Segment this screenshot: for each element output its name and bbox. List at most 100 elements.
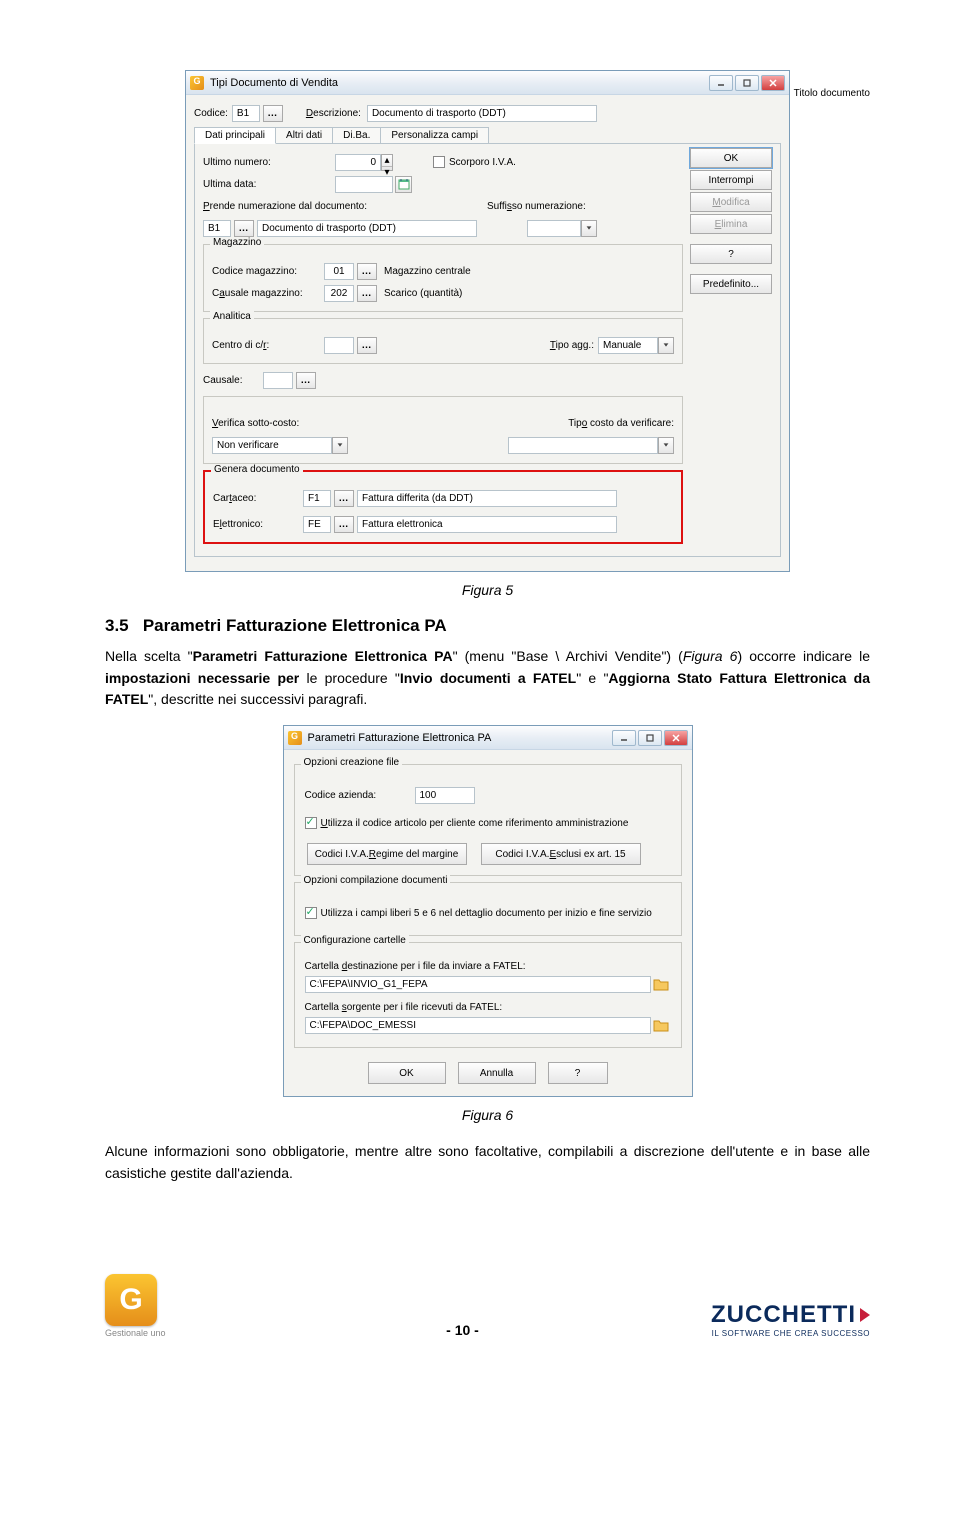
paragraph-1: Nella scelta "Parametri Fatturazione Ele… [105, 646, 870, 711]
codice-mag-lookup[interactable]: … [357, 263, 377, 280]
utilizza-campi-checkbox[interactable] [305, 907, 317, 919]
codice-azienda-input[interactable]: 100 [415, 787, 475, 804]
centro-lookup[interactable]: … [357, 337, 377, 354]
p1g: le procedure " [299, 670, 400, 686]
tipo-costo-dropdown[interactable] [658, 437, 674, 454]
section-title: Parametri Fatturazione Elettronica PA [143, 616, 447, 635]
ultimo-numero-input[interactable]: 0 [335, 154, 381, 171]
suffisso-input[interactable] [527, 220, 581, 237]
ultimo-numero-label: Ultimo numero: [203, 157, 335, 168]
tab-strip: Dati principali Altri dati Di.Ba. Person… [194, 127, 781, 144]
elettronico-lookup[interactable]: … [334, 516, 354, 533]
tipo-agg-dropdown[interactable] [658, 337, 674, 354]
p1k: ", descritte nei successivi paragrafi. [148, 691, 367, 707]
p1i: " e " [576, 670, 608, 686]
p1h: Invio documenti a FATEL [400, 670, 576, 686]
codice-input[interactable]: B1 [232, 105, 260, 122]
tab-diba[interactable]: Di.Ba. [332, 127, 381, 144]
codice-mag-desc: Magazzino centrale [380, 263, 620, 280]
causale-lookup[interactable]: … [296, 372, 316, 389]
tipo-agg-label: Tipo agg.: [550, 340, 594, 351]
minimize-button[interactable] [709, 75, 733, 91]
cartella-dest-input[interactable]: C:\FEPA\INVIO_G1_FEPA [305, 976, 651, 993]
close-button[interactable] [761, 75, 785, 91]
folder-icon-dest[interactable] [651, 976, 671, 993]
folder-icon-sorg[interactable] [651, 1017, 671, 1034]
codici-regime-button[interactable]: Codici I.V.A. Regime del margine [307, 843, 467, 865]
window-title: Tipi Documento di Vendita [210, 77, 703, 89]
zucchetti-wordmark: ZUCCHETTI [700, 1301, 870, 1329]
verifica-value[interactable]: Non verificare [212, 437, 332, 454]
window2-controls [612, 730, 688, 746]
triangle-icon [860, 1308, 870, 1322]
predefinito-button[interactable]: Predefinito... [690, 274, 772, 294]
annulla-button[interactable]: Annulla [458, 1062, 536, 1084]
utilizza-codice-label: Utilizza il codice articolo per cliente … [321, 818, 629, 829]
causale-mag-input[interactable]: 202 [324, 285, 354, 302]
codice-mag-input[interactable]: 01 [324, 263, 354, 280]
logo-gestionale: G Gestionale uno [105, 1274, 225, 1338]
minimize-button2[interactable] [612, 730, 636, 746]
suffisso-label: Suffisso numerazione: [487, 201, 586, 212]
scorporo-checkbox[interactable] [433, 156, 445, 168]
p1e: ) occorre indicare le [737, 648, 870, 664]
window-controls [709, 75, 785, 91]
cartaceo-lookup[interactable]: … [334, 490, 354, 507]
interrompi-button[interactable]: Interrompi [690, 170, 772, 190]
cartella-sorg-label: Cartella sorgente per i file ricevuti da… [305, 1002, 671, 1013]
descrizione-input[interactable]: Documento di trasporto (DDT) [367, 105, 597, 122]
tipo-agg-value[interactable]: Manuale [598, 337, 658, 354]
cartaceo-code[interactable]: F1 [303, 490, 331, 507]
opzioni-compilazione-legend: Opzioni compilazione documenti [301, 875, 451, 886]
opzioni-creazione-legend: Opzioni creazione file [301, 757, 403, 768]
help-button[interactable]: ? [690, 244, 772, 264]
cartaceo-label: Cartaceo: [213, 493, 303, 504]
prende-num-lookup[interactable]: … [234, 220, 254, 237]
utilizza-codice-checkbox[interactable] [305, 817, 317, 829]
page-number: - 10 - [225, 1322, 700, 1338]
centro-input[interactable] [324, 337, 354, 354]
suffisso-dropdown[interactable] [581, 220, 597, 237]
tab-personalizza-campi[interactable]: Personalizza campi [380, 127, 489, 144]
ok-button[interactable]: OK [690, 148, 772, 168]
causale-mag-label: Causale magazzino: [212, 288, 324, 299]
prende-num-desc: Documento di trasporto (DDT) [257, 220, 477, 237]
section-heading: 3.5 Parametri Fatturazione Elettronica P… [105, 616, 870, 636]
help-button2[interactable]: ? [548, 1062, 608, 1084]
elimina-button: Elimina [690, 214, 772, 234]
tipo-costo-value[interactable] [508, 437, 658, 454]
tab-dati-principali[interactable]: Dati principali [194, 127, 276, 144]
action-panel: OK Interrompi Modifica Elimina ? Predefi… [690, 148, 772, 294]
tab-altri-dati[interactable]: Altri dati [275, 127, 333, 144]
prende-num-code[interactable]: B1 [203, 220, 231, 237]
page-footer: G Gestionale uno - 10 - ZUCCHETTI IL SOF… [105, 1274, 870, 1338]
ultima-data-label: Ultima data: [203, 179, 335, 190]
causale-mag-lookup[interactable]: … [357, 285, 377, 302]
window-parametri-fatturazione: Parametri Fatturazione Elettronica PA Op… [283, 725, 693, 1097]
calendar-icon[interactable] [395, 176, 412, 193]
titlebar2: Parametri Fatturazione Elettronica PA [284, 726, 692, 750]
titlebar: Tipi Documento di Vendita [186, 71, 789, 95]
scorporo-label: Scorporo I.V.A. [449, 157, 516, 168]
maximize-button2[interactable] [638, 730, 662, 746]
cartella-sorg-input[interactable]: C:\FEPA\DOC_EMESSI [305, 1017, 651, 1034]
genera-legend: Genera documento [211, 464, 303, 475]
causale-input[interactable] [263, 372, 293, 389]
codici-esclusi-button[interactable]: Codici I.V.A. Esclusi ex art. 15 [481, 843, 641, 865]
p1d: Figura 6 [683, 648, 738, 664]
descrizione-label: Descrizione: [306, 108, 361, 119]
ok-button2[interactable]: OK [368, 1062, 446, 1084]
maximize-button[interactable] [735, 75, 759, 91]
utilizza-campi-label: Utilizza i campi liberi 5 e 6 nel dettag… [321, 908, 652, 919]
verifica-dropdown[interactable] [332, 437, 348, 454]
elettronico-code[interactable]: FE [303, 516, 331, 533]
ultimo-numero-spinner[interactable]: ▴▾ [381, 154, 393, 171]
codice-lookup-button[interactable]: … [263, 105, 283, 122]
ultima-data-input[interactable] [335, 176, 393, 193]
close-button2[interactable] [664, 730, 688, 746]
figure5-caption: Figura 5 [105, 582, 870, 598]
logo-zucchetti: ZUCCHETTI IL SOFTWARE CHE CREA SUCCESSO [700, 1301, 870, 1338]
magazzino-legend: Magazzino [210, 237, 264, 248]
app-icon2 [288, 731, 302, 745]
analitica-groupbox: Analitica Centro di c/r: … Tipo agg.: Ma… [203, 318, 683, 364]
